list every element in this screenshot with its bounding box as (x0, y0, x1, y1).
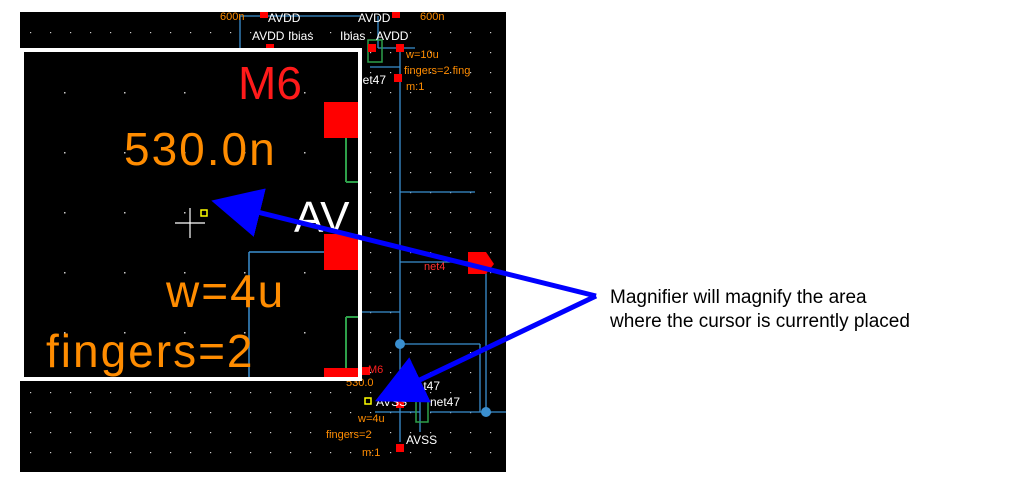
callout-line: where the cursor is currently placed (610, 311, 910, 332)
arrow-to-magnifier (211, 188, 597, 299)
callout-line: Magnifier will magnify the area (610, 287, 867, 308)
callout-text: Magnifier will magnify the area where th… (610, 286, 1010, 334)
arrow-to-cursor (374, 293, 598, 403)
callout-arrows (211, 188, 598, 403)
